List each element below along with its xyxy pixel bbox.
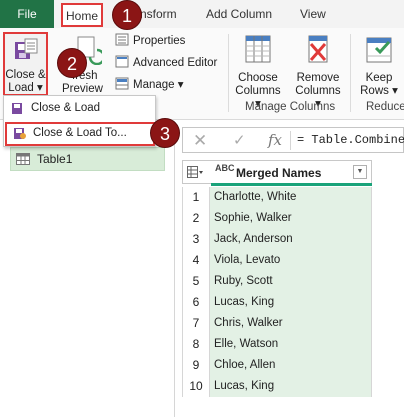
ribbon-separator [350,34,351,112]
choose-columns-icon [245,35,271,63]
manage-button[interactable]: Manage ▾ [115,77,184,93]
table-menu-icon[interactable] [187,166,203,178]
advanced-editor-icon [115,55,129,68]
confirm-icon[interactable]: ✓ [233,131,246,149]
column-quality-bar [211,183,372,186]
table-row[interactable]: 3 Jack, Anderson [182,229,372,250]
row-number[interactable]: 9 [182,355,210,376]
cell-merged-names[interactable]: Chris, Walker [210,313,372,334]
formula-bar: ✕ ✓ fx = Table.Combine [182,127,404,153]
table-row[interactable]: 2 Sophie, Walker [182,208,372,229]
tab-transform[interactable]: nsform [140,0,177,28]
tab-file[interactable]: File [0,0,54,28]
close-and-load-label-1: Close & [5,69,46,81]
properties-button[interactable]: Properties [115,33,185,49]
queries-pane: Table1 [0,121,175,417]
cell-merged-names[interactable]: Elle, Watson [210,334,372,355]
close-and-load-label-2: Load ▾ [8,82,43,94]
ribbon-separator [228,34,229,112]
formula-separator [290,131,291,150]
formula-input[interactable]: = Table.Combine [297,133,404,147]
cell-merged-names[interactable]: Lucas, King [210,292,372,313]
row-number[interactable]: 8 [182,334,210,355]
cancel-icon[interactable]: ✕ [193,131,207,151]
remove-columns-icon [308,35,328,63]
filter-dropdown-icon[interactable]: ▼ [353,165,367,179]
keep-rows-label-2: Rows ▾ [360,85,398,97]
keep-rows-button[interactable]: Keep Rows ▾ [356,32,402,98]
close-and-load-icon [12,103,22,114]
choose-columns-button[interactable]: Choose Columns ▾ [232,32,284,111]
type-any-icon[interactable]: ABC [215,164,235,173]
row-number[interactable]: 4 [182,250,210,271]
table-row[interactable]: 8 Elle, Watson [182,334,372,355]
keep-rows-icon [366,37,392,63]
menu-item-close-and-load[interactable]: Close & Load [5,97,155,121]
tab-home[interactable]: Home [61,3,103,27]
cell-merged-names[interactable]: Lucas, King [210,376,372,397]
remove-columns-label-1: Remove [296,72,340,84]
chevron-down-icon: ▾ [177,79,184,91]
group-label-manage-columns: Manage Columns [245,101,336,113]
close-and-load-icon [14,38,37,59]
tab-view[interactable]: View [300,0,326,28]
step-callout-1: 1 [112,0,142,30]
table-row[interactable]: 7 Chris, Walker [182,313,372,334]
close-and-load-to-icon [14,128,26,139]
table-icon [16,153,30,165]
row-number[interactable]: 6 [182,292,210,313]
remove-columns-button[interactable]: Remove Columns ▾ [292,32,344,111]
ribbon-tab-bar: File Home nsform Add Column View [0,0,404,28]
table-row[interactable]: 10 Lucas, King [182,376,372,397]
row-number[interactable]: 7 [182,313,210,334]
manage-icon [115,77,129,90]
close-and-load-button[interactable]: Close & Load ▾ [3,32,48,96]
cell-merged-names[interactable]: Chloe, Allen [210,355,372,376]
cell-merged-names[interactable]: Sophie, Walker [210,208,372,229]
query-item-table1[interactable]: Table1 [10,147,165,171]
table-row[interactable]: 1 Charlotte, White [182,187,372,208]
menu-item-close-and-load-to[interactable]: Close & Load To... [5,122,155,146]
advanced-editor-button[interactable]: Advanced Editor [115,55,217,71]
chevron-down-icon: ▾ [37,82,43,94]
step-callout-3: 3 [150,118,180,148]
row-number[interactable]: 3 [182,229,210,250]
row-number[interactable]: 10 [182,376,210,397]
query-item-label: Table1 [37,152,73,166]
cell-merged-names[interactable]: Jack, Anderson [210,229,372,250]
cell-merged-names[interactable]: Charlotte, White [210,187,372,208]
cell-merged-names[interactable]: Viola, Levato [210,250,372,271]
row-number[interactable]: 1 [182,187,210,208]
fx-icon[interactable]: fx [268,131,282,149]
step-callout-2: 2 [57,48,87,78]
chevron-down-icon: ▾ [392,85,398,97]
table-row[interactable]: 4 Viola, Levato [182,250,372,271]
properties-icon [115,33,129,46]
grid-header: ABC Merged Names ▼ [182,160,372,186]
table-row[interactable]: 6 Lucas, King [182,292,372,313]
column-header-merged-names[interactable]: Merged Names [236,166,321,180]
menu-item-label: Close & Load [31,102,101,114]
row-number[interactable]: 2 [182,208,210,229]
group-label-reduce: Reduce [366,101,404,113]
row-number[interactable]: 5 [182,271,210,292]
cell-merged-names[interactable]: Ruby, Scott [210,271,372,292]
table-row[interactable]: 9 Chloe, Allen [182,355,372,376]
tab-add-column[interactable]: Add Column [206,0,272,28]
close-and-load-menu: Close & Load Close & Load To... [3,95,156,147]
choose-columns-label-1: Choose [238,72,278,84]
keep-rows-label-1: Keep [365,72,393,84]
menu-item-label: Close & Load To... [33,127,127,139]
table-row[interactable]: 5 Ruby, Scott [182,271,372,292]
